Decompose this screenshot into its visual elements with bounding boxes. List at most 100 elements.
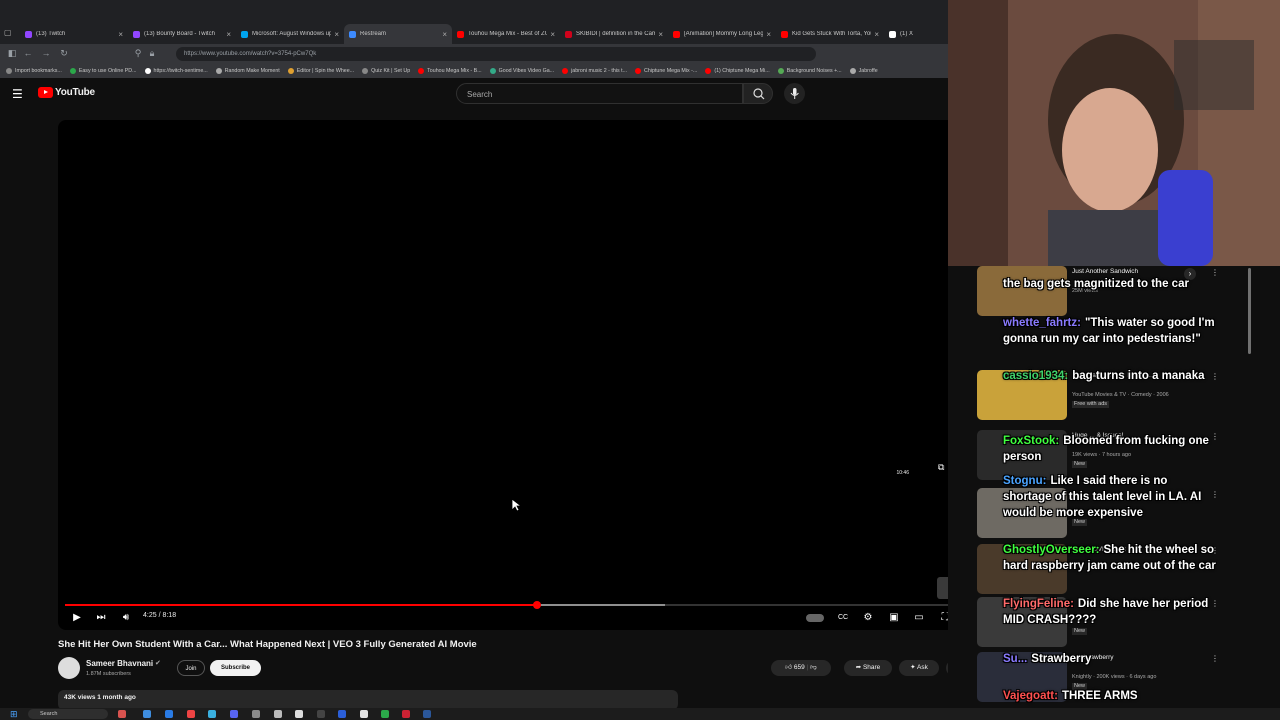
chat-message: FoxStook: Bloomed from fucking one person bbox=[1003, 433, 1219, 465]
bookmark-item[interactable]: Random Make Moment bbox=[215, 68, 280, 74]
bookmark-item[interactable]: https://twitch-sentime... bbox=[144, 68, 208, 74]
forward-icon[interactable]: → bbox=[40, 47, 52, 59]
menu-icon[interactable]: ☰ bbox=[12, 87, 23, 101]
close-tab-icon[interactable]: × bbox=[442, 30, 447, 39]
badge: New bbox=[1072, 628, 1088, 635]
close-tab-icon[interactable]: × bbox=[550, 30, 555, 39]
sparkle-icon: ✦ bbox=[910, 664, 916, 671]
browser-tab[interactable]: SKIBIDI | definition in the Camb × bbox=[560, 24, 668, 44]
bookmark-label: Random Make Moment bbox=[224, 68, 280, 74]
bookmark-item[interactable]: Background Noises +... bbox=[777, 68, 842, 74]
tab-title: Microsoft: August Windows up bbox=[252, 31, 332, 37]
browser-tab[interactable]: Kid Gets Stuck With Torta, You × bbox=[776, 24, 884, 44]
taskbar-app-icon[interactable] bbox=[187, 710, 195, 718]
close-tab-icon[interactable]: × bbox=[766, 30, 771, 39]
close-tab-icon[interactable]: × bbox=[874, 30, 879, 39]
close-tab-icon[interactable]: × bbox=[334, 30, 339, 39]
close-tab-icon[interactable]: × bbox=[118, 30, 123, 39]
dislike-icon[interactable]: 👎︎ bbox=[810, 664, 817, 671]
taskbar-app-icon[interactable] bbox=[423, 710, 431, 718]
join-button[interactable]: Join bbox=[177, 660, 205, 676]
browser-tab[interactable]: (13) Twitch × bbox=[20, 24, 128, 44]
url-field[interactable]: https://www.youtube.com/watch?v=3754-pCw… bbox=[176, 47, 816, 61]
tab-list-icon[interactable]: ▢ bbox=[4, 28, 14, 38]
browser-tab[interactable]: Touhou Mega Mix - Best of ZU × bbox=[452, 24, 560, 44]
taskbar-app-icon[interactable] bbox=[381, 710, 389, 718]
bookmark-label: Import bookmarks... bbox=[15, 68, 62, 74]
back-icon[interactable]: ← bbox=[22, 47, 34, 59]
autoplay-toggle[interactable] bbox=[806, 614, 824, 622]
bookmark-item[interactable]: Chiptune Mega Mix -... bbox=[635, 68, 697, 74]
taskbar-app-icon[interactable] bbox=[274, 710, 282, 718]
bookmark-item[interactable]: Touhou Mega Mix - B... bbox=[418, 68, 482, 74]
browser-tab[interactable]: Restream × bbox=[344, 24, 452, 44]
windows-start-icon[interactable]: ⊞ bbox=[10, 709, 20, 719]
bookmark-favicon-icon bbox=[215, 68, 222, 74]
captions-icon[interactable]: CC bbox=[836, 611, 850, 625]
chat-username: FlyingFeline: bbox=[1003, 598, 1074, 610]
close-tab-icon[interactable]: × bbox=[226, 30, 231, 39]
bookmark-item[interactable]: Quiz Kit | Set Up bbox=[362, 68, 410, 74]
chat-message: the bag gets magnitized to the car bbox=[1003, 276, 1219, 292]
like-icon[interactable]: 👍︎ bbox=[785, 664, 792, 671]
next-icon[interactable]: ⏭ bbox=[94, 611, 108, 625]
bookmark-item[interactable]: Jabroffe bbox=[849, 68, 878, 74]
bookmark-item[interactable]: Good Vibes Video Ga... bbox=[489, 68, 554, 74]
channel-name[interactable]: Sameer Bhavnani bbox=[86, 659, 153, 668]
taskbar-app-icon[interactable] bbox=[295, 710, 303, 718]
taskbar-app-icon[interactable] bbox=[230, 710, 238, 718]
taskbar-app-icon[interactable] bbox=[165, 710, 173, 718]
video-player[interactable] bbox=[58, 120, 960, 630]
badge: Free with ads bbox=[1072, 401, 1110, 408]
miniplayer-icon[interactable]: ▣ bbox=[887, 611, 901, 625]
share-button[interactable]: ➦ Share bbox=[844, 660, 892, 676]
taskbar-app-icon[interactable] bbox=[317, 710, 325, 718]
browser-tab[interactable]: Microsoft: August Windows up × bbox=[236, 24, 344, 44]
reload-icon[interactable]: ↻ bbox=[58, 47, 70, 59]
bookmark-item[interactable]: jabroni music 2 - this t... bbox=[562, 68, 627, 74]
description-box[interactable]: 43K views 1 month ago bbox=[58, 690, 678, 710]
bookmark-item[interactable]: Easy to use Online PD... bbox=[69, 68, 137, 74]
bookmark-favicon-icon bbox=[705, 68, 712, 74]
site-info-icon[interactable]: ⚲ bbox=[132, 47, 144, 59]
browser-tab[interactable]: [Animation] Mommy Long Legs × bbox=[668, 24, 776, 44]
tab-title: (13) Bounty Board - Twitch bbox=[144, 31, 215, 37]
youtube-logo[interactable]: YouTube bbox=[38, 87, 95, 98]
taskbar-search[interactable]: Search bbox=[28, 709, 108, 719]
search-input[interactable]: Search bbox=[456, 83, 743, 104]
tab-favicon-icon bbox=[781, 30, 788, 38]
browser-tab[interactable]: (13) Bounty Board - Twitch × bbox=[128, 24, 236, 44]
lock-icon[interactable]: 🔒︎ bbox=[146, 47, 158, 59]
taskbar-app-icon[interactable] bbox=[208, 710, 216, 718]
subscribe-button[interactable]: Subscribe bbox=[210, 660, 261, 676]
bookmark-label: Editor | Spin the Whee... bbox=[296, 68, 355, 74]
taskbar-app-icon[interactable] bbox=[143, 710, 151, 718]
ask-button[interactable]: ✦ Ask bbox=[899, 660, 939, 676]
taskbar-app-icon[interactable] bbox=[338, 710, 346, 718]
bookmark-item[interactable]: Editor | Spin the Whee... bbox=[287, 68, 355, 74]
settings-icon[interactable]: ⚙ bbox=[861, 611, 875, 625]
voice-search-button[interactable] bbox=[784, 83, 805, 104]
close-tab-icon[interactable]: × bbox=[658, 30, 663, 39]
sidebar-toggle-icon[interactable]: ◧ bbox=[6, 47, 18, 59]
taskbar-app-icon[interactable] bbox=[118, 710, 126, 718]
taskbar-app-icon[interactable] bbox=[402, 710, 410, 718]
bookmark-item[interactable]: (1) Chiptune Mega Mi... bbox=[705, 68, 770, 74]
chat-text: Strawberry bbox=[1031, 653, 1092, 665]
tab-title: Touhou Mega Mix - Best of ZU bbox=[468, 31, 548, 37]
volume-icon[interactable]: 🔊︎ bbox=[119, 611, 133, 625]
like-count[interactable]: 659 bbox=[794, 664, 805, 671]
scrollbar[interactable] bbox=[1248, 268, 1251, 354]
taskbar-app-icon[interactable] bbox=[360, 710, 368, 718]
bookmark-item[interactable]: Import bookmarks... bbox=[6, 68, 62, 74]
taskbar-app-icon[interactable] bbox=[252, 710, 260, 718]
play-icon[interactable]: ▶ bbox=[70, 611, 84, 625]
chat-message: Stognu: Like I said there is no shortage … bbox=[1003, 473, 1219, 521]
tab-favicon-icon bbox=[889, 30, 896, 38]
bookmark-label: Easy to use Online PD... bbox=[78, 68, 137, 74]
like-dislike-group: 👍︎ 659 | 👎︎ bbox=[771, 660, 831, 676]
search-button[interactable] bbox=[743, 83, 773, 104]
tab-title: (13) Twitch bbox=[36, 31, 66, 37]
channel-avatar[interactable] bbox=[58, 657, 80, 679]
theater-mode-icon[interactable]: ▭ bbox=[912, 611, 926, 625]
